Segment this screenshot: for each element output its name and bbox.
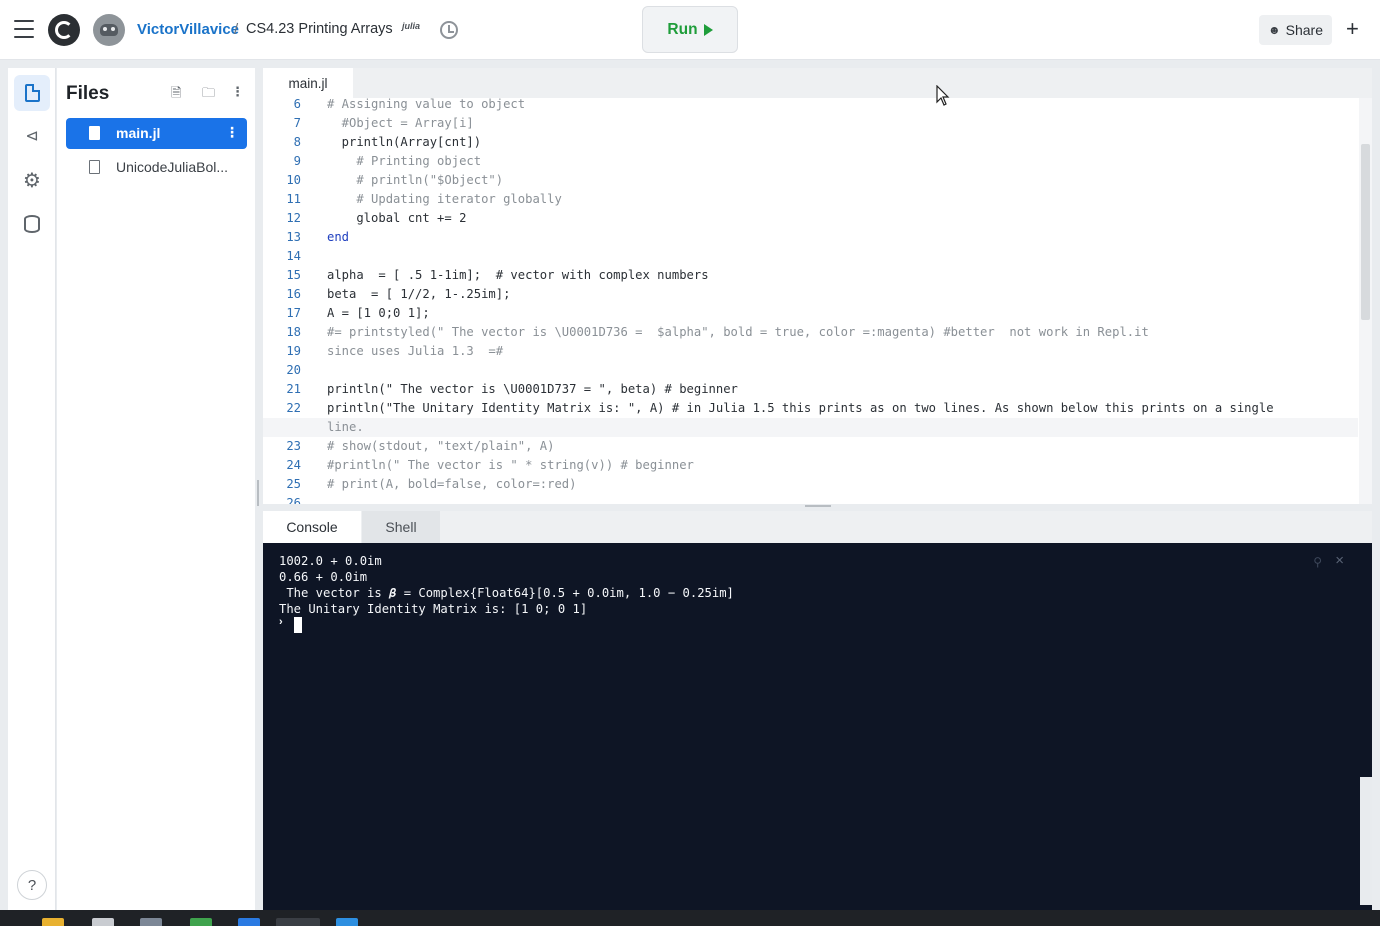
console-line: 0.66 + 0.0im: [279, 570, 368, 584]
new-repl-button[interactable]: +: [1346, 16, 1359, 42]
share-label: Share: [1285, 22, 1323, 38]
new-file-icon[interactable]: 🗎: [171, 84, 181, 106]
run-label: Run: [667, 20, 698, 38]
code-line: 8 println(Array[cnt]): [293, 135, 482, 149]
files-panel: Files 🗎 🗀 ⋮ main.jl ⋮ UnicodeJuliaBol...: [57, 68, 255, 910]
code-line: 26: [286, 496, 301, 504]
owner-link[interactable]: VictorVillavice: [137, 21, 239, 38]
tab-main-jl[interactable]: main.jl: [263, 68, 353, 98]
search-icon[interactable]: ⚲: [1313, 555, 1322, 569]
code-editor: main.jl 6 # Assigning value to object 7 #…: [263, 68, 1372, 504]
tab-console[interactable]: Console: [263, 511, 361, 543]
app-icon[interactable]: [190, 918, 212, 926]
briefcase-icon[interactable]: [92, 918, 114, 926]
settings-button[interactable]: ⚙: [14, 162, 50, 198]
editor-scroll-thumb[interactable]: [1361, 144, 1370, 320]
add-user-icon: ☻: [1268, 23, 1281, 37]
database-icon: [24, 215, 40, 233]
console-prompt: ›: [279, 616, 283, 628]
code-line: 11 # Updating iterator globally: [286, 192, 562, 206]
code-line: 7 #Object = Array[i]: [293, 116, 474, 130]
browser-icon[interactable]: [238, 918, 260, 926]
console-cursor: [294, 617, 302, 633]
code-line: 6 # Assigning value to object: [293, 98, 526, 111]
file-item-main-jl[interactable]: main.jl ⋮: [66, 118, 247, 149]
replit-logo[interactable]: [48, 14, 80, 46]
code-line: 15 alpha = [ .5 1-1im]; # vector with com…: [286, 268, 709, 282]
console-output[interactable]: 1002.0 + 0.0im 0.66 + 0.0im The vector i…: [263, 543, 1372, 910]
code-line: 12 global cnt += 2: [286, 211, 467, 225]
code-area[interactable]: 6 # Assigning value to object 7 #Object =…: [263, 98, 1358, 504]
console-resize-handle[interactable]: [805, 505, 831, 507]
files-icon: [24, 84, 40, 102]
database-button[interactable]: [14, 206, 50, 242]
console-scrollbar[interactable]: [1360, 777, 1372, 905]
code-line: 24 #println(" The vector is " * string(v)…: [286, 458, 694, 472]
app-icon[interactable]: [140, 918, 162, 926]
panel-resize-handle[interactable]: [257, 480, 259, 506]
editor-scrollbar[interactable]: [1359, 98, 1372, 504]
console-line: The Unitary Identity Matrix is: [1 0; 0 …: [279, 602, 588, 616]
code-line: 22 println("The Unitary Identity Matrix i…: [286, 401, 1274, 415]
code-line: 16 beta = [ 1//2, 1-.25im];: [286, 287, 511, 301]
code-line: 19 since uses Julia 1.3 =#: [286, 344, 504, 358]
run-button[interactable]: Run: [642, 6, 738, 53]
code-line: 9 # Printing object: [293, 154, 482, 168]
code-line: 17 A = [1 0;0 1];: [286, 306, 430, 320]
history-icon[interactable]: [440, 21, 458, 39]
code-line: 10 # println("$Object"): [286, 173, 504, 187]
code-line: 13 end: [286, 230, 350, 244]
code-line: 14: [286, 249, 301, 263]
file-icon: [89, 126, 100, 140]
os-taskbar: [0, 910, 1380, 926]
file-name: main.jl: [116, 125, 161, 141]
console-tab-bar: Console Shell: [263, 511, 1372, 543]
code-line: 23 # show(stdout, "text/plain", A): [286, 439, 555, 453]
user-avatar[interactable]: [93, 14, 125, 46]
editor-tab-bar: main.jl: [263, 68, 1372, 98]
active-app-icon[interactable]: [276, 918, 320, 926]
share-button[interactable]: ☻ Share: [1259, 15, 1332, 45]
files-title: Files: [66, 83, 110, 104]
close-icon[interactable]: ×: [1335, 552, 1344, 569]
file-options-icon[interactable]: ⋮: [225, 124, 239, 141]
repl-name[interactable]: CS4.23 Printing Arrays: [246, 21, 393, 37]
version-control-icon: ⊲: [25, 128, 39, 145]
new-folder-icon[interactable]: 🗀: [202, 84, 215, 106]
version-control-button[interactable]: ⊲: [14, 118, 50, 154]
left-rail: ⊲ ⚙ ?: [8, 68, 56, 910]
file-icon: [89, 160, 100, 174]
file-item-unicode[interactable]: UnicodeJuliaBol...: [66, 152, 247, 183]
file-name: UnicodeJuliaBol...: [116, 159, 229, 175]
code-line: 25 # print(A, bold=false, color=:red): [286, 477, 577, 491]
code-line: 20: [286, 363, 301, 377]
top-bar: VictorVillavice / CS4.23 Printing Arrays…: [0, 0, 1380, 60]
menu-icon[interactable]: [14, 20, 34, 38]
code-line: line.: [263, 418, 1358, 437]
file-explorer-icon[interactable]: [42, 918, 64, 926]
more-options-icon[interactable]: ⋮: [231, 84, 244, 100]
breadcrumb-separator: /: [234, 21, 239, 38]
play-icon: [703, 23, 713, 36]
files-tool-button[interactable]: [14, 75, 50, 111]
console-line: 1002.0 + 0.0im: [279, 554, 382, 568]
gear-icon: ⚙: [23, 169, 41, 192]
code-line: 21 println(" The vector is \U0001D737 = "…: [286, 382, 738, 396]
tab-shell[interactable]: Shell: [362, 511, 440, 543]
julia-language-icon: julia: [402, 21, 421, 31]
console-line: The vector is 𝜷 = Complex{Float64}[0.5 +…: [279, 586, 734, 600]
help-button[interactable]: ?: [17, 870, 47, 900]
code-line: 18 #= printstyled(" The vector is \U0001D…: [286, 325, 1149, 339]
app-icon[interactable]: [336, 918, 358, 926]
